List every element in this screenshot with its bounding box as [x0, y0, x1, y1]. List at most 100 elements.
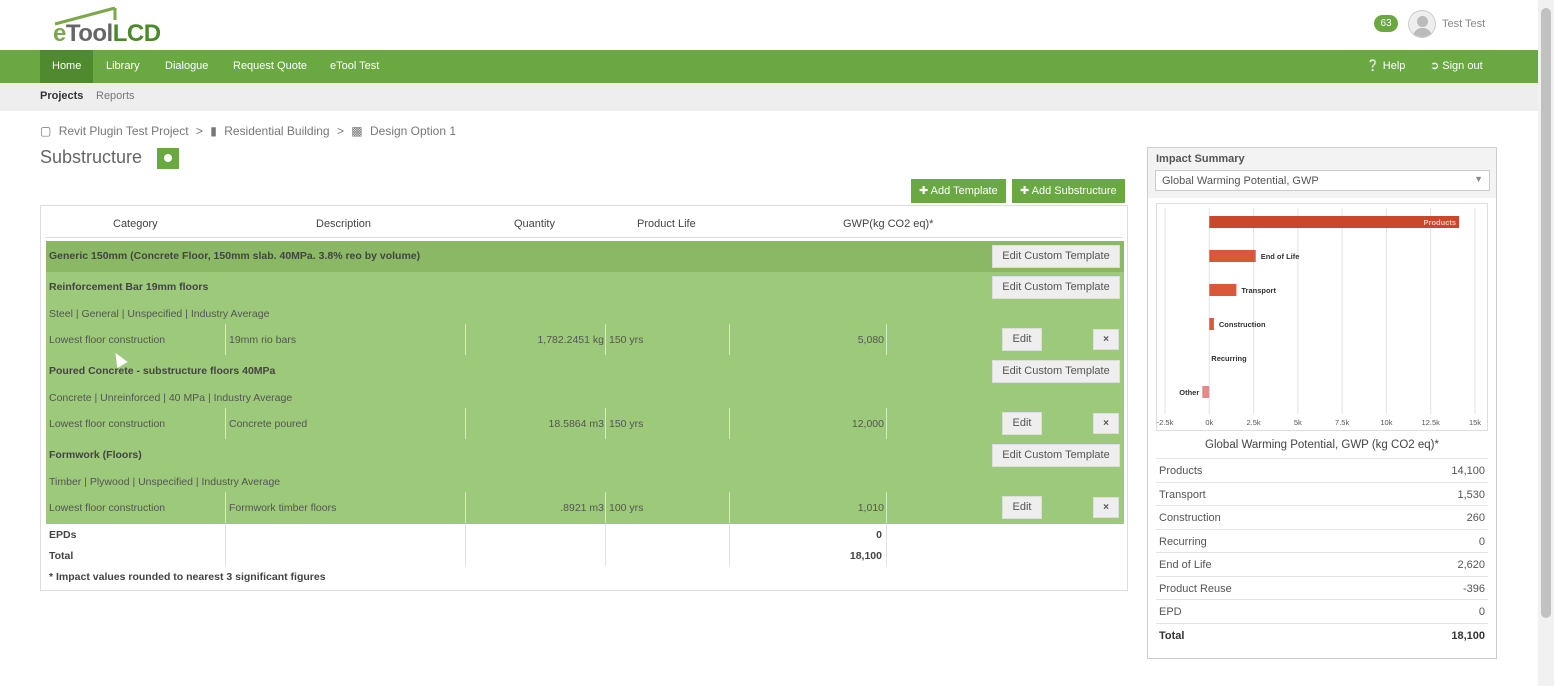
chevron-down-icon: ▼	[1474, 174, 1483, 184]
bar-end-of-life[interactable]	[1209, 250, 1256, 262]
breadcrumb-building[interactable]: Residential Building	[224, 124, 329, 138]
total-value: 18,100	[849, 550, 882, 562]
x-tick-label: 10k	[1380, 418, 1392, 427]
help-icon: ❔	[1366, 60, 1380, 72]
summary-row: Construction 260	[1156, 505, 1488, 529]
edit-item-button[interactable]: Edit	[1002, 496, 1042, 519]
summary-label: EPD	[1159, 606, 1182, 618]
x-tick-label: 5k	[1294, 418, 1302, 427]
etool-logo[interactable]: eToolLCD	[53, 6, 183, 48]
summary-value: 0	[1478, 606, 1485, 618]
bar-label: Transport	[1241, 286, 1276, 295]
main-navbar: Home Library Dialogue Request Quote eToo…	[0, 50, 1538, 83]
x-tick-label: 0k	[1205, 418, 1213, 427]
edit-custom-template-button[interactable]: Edit Custom Template	[992, 444, 1120, 467]
item-gwp: 12,000	[851, 418, 884, 430]
subnav-reports[interactable]: Reports	[96, 90, 135, 102]
item-spec: Steel | General | Unspecified | Industry…	[49, 308, 270, 320]
add-template-button[interactable]: ✚ Add Template	[911, 179, 1006, 203]
edit-custom-template-button[interactable]: Edit Custom Template	[992, 360, 1120, 383]
remove-item-button[interactable]: ×	[1093, 413, 1119, 434]
col-quantity: Quantity	[514, 218, 555, 230]
breadcrumb-separator: >	[195, 124, 203, 138]
subnav-projects[interactable]: Projects	[40, 90, 83, 102]
item-life: 150 yrs	[609, 334, 644, 346]
summary-label: Construction	[1159, 512, 1221, 524]
breadcrumb: ▢ Revit Plugin Test Project > ▮ Resident…	[40, 124, 460, 138]
impact-category-select[interactable]: Global Warming Potential, GWP ▼	[1155, 170, 1490, 191]
x-tick-label: 15k	[1469, 418, 1481, 427]
summary-label: Products	[1159, 465, 1203, 477]
bar-other[interactable]	[1202, 386, 1210, 398]
summary-row: Products 14,100	[1156, 458, 1488, 482]
bar-label: Construction	[1219, 320, 1266, 329]
help-link[interactable]: ❔ Help	[1366, 50, 1405, 83]
bar-label: Other	[1179, 388, 1199, 397]
item-description: Concrete poured	[229, 418, 308, 430]
page-title: Substructure	[40, 147, 143, 167]
edit-item-button[interactable]: Edit	[1002, 328, 1042, 351]
item-category: Lowest floor construction	[49, 502, 166, 514]
summary-label: Product Reuse	[1159, 582, 1232, 595]
scrollbar-thumb[interactable]	[1541, 8, 1551, 618]
bar-label: Recurring	[1211, 354, 1247, 363]
bar-products[interactable]	[1209, 216, 1460, 228]
summary-title: Global Warming Potential, GWP (kg CO2 eq…	[1205, 439, 1439, 451]
item-category: Lowest floor construction	[49, 334, 166, 346]
breadcrumb-separator: >	[336, 124, 344, 138]
signout-link[interactable]: ➲ Sign out	[1430, 50, 1483, 83]
remove-item-button[interactable]: ×	[1093, 329, 1119, 350]
nav-request-quote[interactable]: Request Quote	[221, 50, 319, 83]
item-quantity: 1,782.2451 kg	[537, 334, 604, 346]
edit-custom-template-button[interactable]: Edit Custom Template	[992, 276, 1120, 299]
item-spec: Concrete | Unreinforced | 40 MPa | Indus…	[49, 392, 293, 404]
summary-value: 14,100	[1451, 465, 1485, 477]
building-icon: ▮	[210, 124, 217, 138]
col-description: Description	[316, 218, 372, 230]
signout-icon: ➲	[1430, 60, 1440, 72]
item-description: Formwork timber floors	[229, 502, 337, 514]
breadcrumb-project[interactable]: Revit Plugin Test Project	[59, 124, 189, 138]
col-gwp: GWP(kg CO2 eq)*	[843, 218, 934, 230]
footnote: * Impact values rounded to nearest 3 sig…	[49, 571, 326, 583]
user-avatar[interactable]	[1408, 10, 1436, 38]
col-product-life: Product Life	[637, 218, 696, 230]
notification-badge[interactable]: 63	[1374, 15, 1398, 32]
remove-item-button[interactable]: ×	[1093, 497, 1119, 518]
nav-etool-test[interactable]: eTool Test	[318, 50, 391, 83]
logo-text: eToolLCD	[53, 20, 161, 47]
total-label: Total	[49, 550, 74, 562]
item-category: Lowest floor construction	[49, 418, 166, 430]
edit-custom-template-button[interactable]: Edit Custom Template	[992, 245, 1120, 268]
item-quantity: 18.5864 m3	[548, 418, 604, 430]
col-category: Category	[113, 218, 158, 230]
gwp-bar-chart: -2.5k 0k 2.5k 5k 7.5k 10k 12.5k 15k Products End …	[1157, 208, 1481, 427]
nav-dialogue[interactable]: Dialogue	[153, 50, 220, 83]
add-substructure-button[interactable]: ✚ Add Substructure	[1012, 179, 1125, 203]
template-title: Generic 150mm (Concrete Floor, 150mm sla…	[49, 250, 421, 262]
bar-construction[interactable]	[1209, 318, 1214, 330]
summary-row: Recurring 0	[1156, 528, 1488, 553]
add-element-button[interactable]	[157, 148, 179, 169]
summary-total-label: Total	[1159, 629, 1185, 642]
impact-summary-panel: Impact Summary Global Warming Potential,…	[1147, 147, 1497, 659]
item-life: 150 yrs	[609, 418, 644, 430]
bar-chart-icon: ▩	[351, 124, 363, 138]
summary-row: Product Reuse -396	[1156, 575, 1488, 600]
x-tick-label: 12.5k	[1422, 418, 1441, 427]
breadcrumb-design[interactable]: Design Option 1	[370, 124, 456, 138]
summary-row: EPD 0	[1156, 599, 1488, 623]
user-name[interactable]: Test Test	[1442, 18, 1485, 30]
nav-library[interactable]: Library	[94, 50, 152, 83]
impact-summary-header: Impact Summary Global Warming Potential,…	[1148, 148, 1496, 198]
edit-item-button[interactable]: Edit	[1002, 412, 1042, 435]
bar-transport[interactable]	[1209, 284, 1237, 296]
bar-label: End of Life	[1261, 252, 1300, 261]
summary-row: Transport 1,530	[1156, 481, 1488, 506]
nav-home[interactable]: Home	[40, 50, 94, 83]
item-name: Reinforcement Bar 19mm floors	[49, 281, 209, 293]
summary-value: -396	[1462, 582, 1485, 595]
template-items: Reinforcement Bar 19mm floors Edit Custo…	[46, 272, 1124, 524]
summary-value: 260	[1466, 512, 1485, 524]
elements-table: Category Description Quantity Product Li…	[40, 205, 1128, 591]
